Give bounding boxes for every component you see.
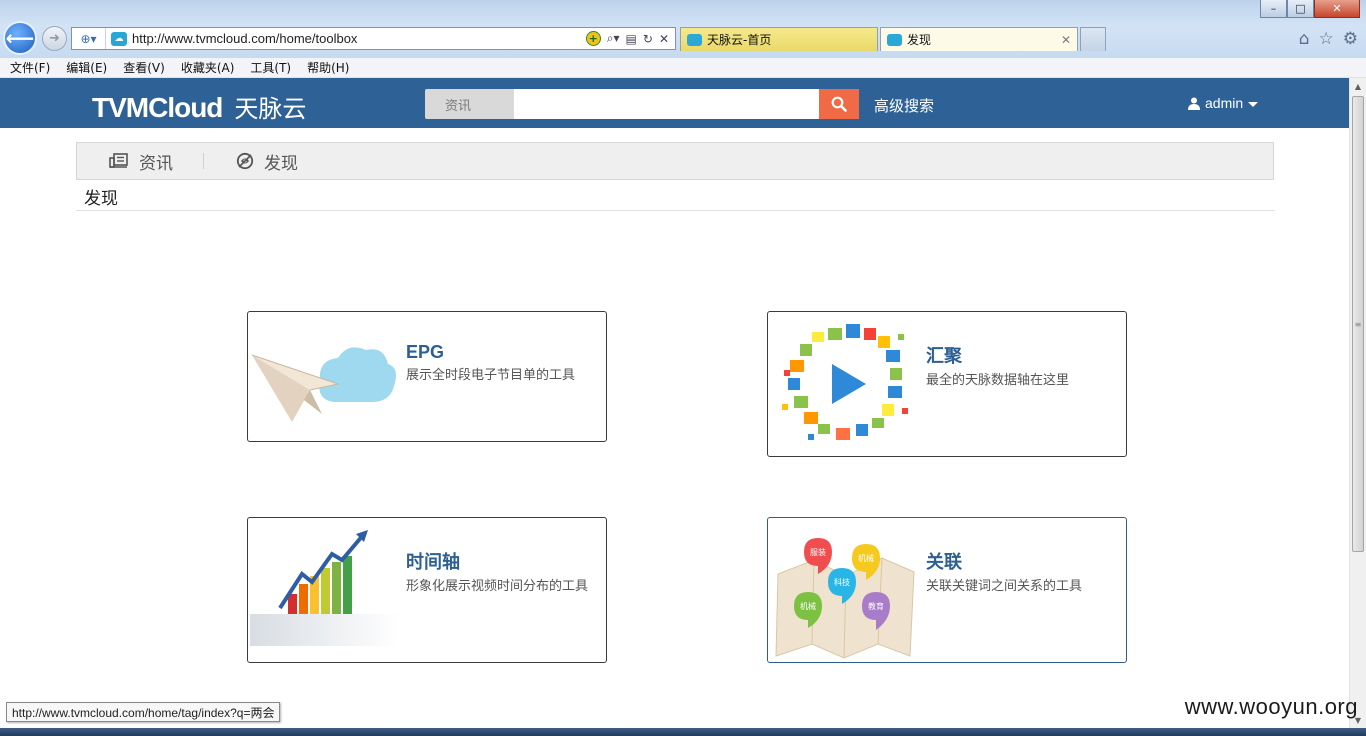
tool-card-epg[interactable]: EPG 展示全时段电子节目单的工具 [247, 311, 607, 442]
menu-view[interactable]: 查看(V) [123, 59, 165, 76]
tab-home[interactable]: 天脉云-首页 [680, 27, 878, 51]
scroll-thumb[interactable]: ≡ [1352, 96, 1364, 552]
search-input[interactable] [514, 89, 819, 119]
tab-label: 天脉云-首页 [707, 33, 772, 47]
tool-card-relation[interactable]: 服装 机械 科技 机械 教育 关联 关联关键词之间关系的工具 [767, 517, 1127, 663]
paper-plane-cloud-image [251, 347, 396, 422]
card-title: 时间轴 [406, 552, 460, 572]
chevron-down-icon [1248, 102, 1259, 107]
vertical-scrollbar[interactable]: ▲ ≡ ▼ [1349, 78, 1366, 728]
logo-text: TVMCloud [92, 92, 223, 123]
card-description: 关联关键词之间关系的工具 [926, 579, 1083, 594]
arrow-left-icon: ⟵ [5, 26, 35, 50]
address-bar[interactable]: ⊕▾ ☁ http://www.tvmcloud.com/home/toolbo… [71, 27, 676, 50]
home-icon[interactable]: ⌂ [1299, 29, 1310, 49]
menu-tools[interactable]: 工具(T) [250, 59, 291, 76]
new-tab-button[interactable] [1080, 27, 1106, 51]
window-controls: – □ ✕ [1260, 0, 1360, 18]
arrow-right-icon: ➜ [49, 31, 60, 46]
search-button[interactable] [819, 89, 859, 119]
stop-icon[interactable]: ✕ [659, 32, 669, 46]
compat-doc-icon[interactable]: ▤ [626, 32, 637, 46]
subnav-item-news[interactable]: 资讯 [77, 149, 203, 174]
subnav-item-discover[interactable]: 发现 [204, 149, 328, 174]
back-button[interactable]: ⟵ [3, 21, 37, 55]
page-viewport: TVMCloud 天脉云 资讯 高级搜索 admin 资讯 发现 发现 EPG … [0, 78, 1349, 728]
refresh-icon[interactable]: ↻ [643, 32, 653, 46]
search-bar: 资讯 [425, 89, 859, 119]
menu-favorites[interactable]: 收藏夹(A) [181, 59, 235, 76]
watermark: www.wooyun.org [1184, 694, 1358, 719]
card-description: 展示全时段电子节目单的工具 [406, 368, 576, 383]
card-title: 汇聚 [926, 346, 962, 366]
menu-file[interactable]: 文件(F) [10, 59, 50, 76]
logo-cn-text: 天脉云 [234, 95, 307, 123]
play-ring-image [782, 324, 908, 440]
menu-edit[interactable]: 编辑(E) [66, 59, 107, 76]
status-url-tooltip: http://www.tvmcloud.com/home/tag/index?q… [6, 702, 281, 722]
page-title: 发现 [84, 189, 118, 209]
close-window-button[interactable]: ✕ [1314, 0, 1360, 18]
site-logo[interactable]: TVMCloud 天脉云 [92, 89, 306, 124]
pin-label: 科技 [834, 577, 850, 587]
pin-label: 教育 [868, 601, 884, 611]
search-category-select[interactable]: 资讯 [425, 89, 514, 119]
site-header: TVMCloud 天脉云 资讯 高级搜索 admin [0, 78, 1349, 128]
subnav-label: 资讯 [139, 153, 173, 174]
discover-icon [236, 152, 254, 170]
pin-label: 机械 [800, 601, 816, 611]
map-pins-image: 服装 机械 科技 机械 教育 [775, 538, 915, 659]
maximize-button[interactable]: □ [1287, 0, 1314, 18]
site-favicon-icon: ☁ [111, 31, 127, 46]
card-description: 形象化展示视频时间分布的工具 [406, 579, 589, 594]
tool-card-aggregate[interactable]: 汇聚 最全的天脉数据轴在这里 [767, 311, 1127, 457]
menu-bar: 文件(F) 编辑(E) 查看(V) 收藏夹(A) 工具(T) 帮助(H) [0, 58, 1366, 78]
card-title: 关联 [926, 552, 962, 572]
tab-strip: 天脉云-首页 发现 ✕ [680, 27, 1108, 51]
news-icon [109, 153, 128, 168]
advanced-search-link[interactable]: 高级搜索 [874, 95, 934, 116]
search-icon [831, 96, 847, 112]
tab-close-icon[interactable]: ✕ [1061, 33, 1071, 47]
pin-label: 机械 [858, 553, 874, 563]
browser-titlebar: – □ ✕ ⟵ ➜ ⊕▾ ☁ http://www.tvmcloud.com/h… [0, 0, 1366, 58]
growth-bar-chart-image [250, 530, 400, 646]
tab-favicon-icon [887, 33, 902, 46]
card-description: 最全的天脉数据轴在这里 [926, 373, 1070, 388]
tab-favicon-icon [687, 33, 702, 46]
tool-card-timeline[interactable]: 时间轴 形象化展示视频时间分布的工具 [247, 517, 607, 663]
sub-navigation: 资讯 发现 [76, 142, 1274, 180]
os-taskbar [0, 728, 1366, 736]
addon-plus-icon[interactable]: + [585, 31, 601, 46]
subnav-label: 发现 [264, 153, 298, 174]
search-dropdown-icon[interactable]: ⌕▾ [607, 31, 620, 46]
settings-gear-icon[interactable]: ⚙ [1343, 29, 1358, 49]
tab-discover[interactable]: 发现 ✕ [880, 27, 1078, 51]
scroll-up-arrow-icon[interactable]: ▲ [1350, 78, 1366, 94]
user-menu[interactable]: admin [1188, 95, 1259, 111]
username: admin [1205, 95, 1244, 111]
minimize-button[interactable]: – [1260, 0, 1287, 18]
tab-label: 发现 [907, 33, 932, 47]
favorites-star-icon[interactable]: ☆ [1319, 29, 1334, 49]
title-divider [76, 210, 1275, 211]
compat-view-icon[interactable]: ⊕▾ [72, 28, 106, 49]
menu-help[interactable]: 帮助(H) [307, 59, 349, 76]
address-url[interactable]: http://www.tvmcloud.com/home/toolbox [132, 31, 586, 46]
card-title: EPG [406, 342, 445, 362]
user-icon [1188, 97, 1200, 110]
pin-label: 服装 [810, 547, 826, 557]
forward-button[interactable]: ➜ [42, 26, 67, 51]
